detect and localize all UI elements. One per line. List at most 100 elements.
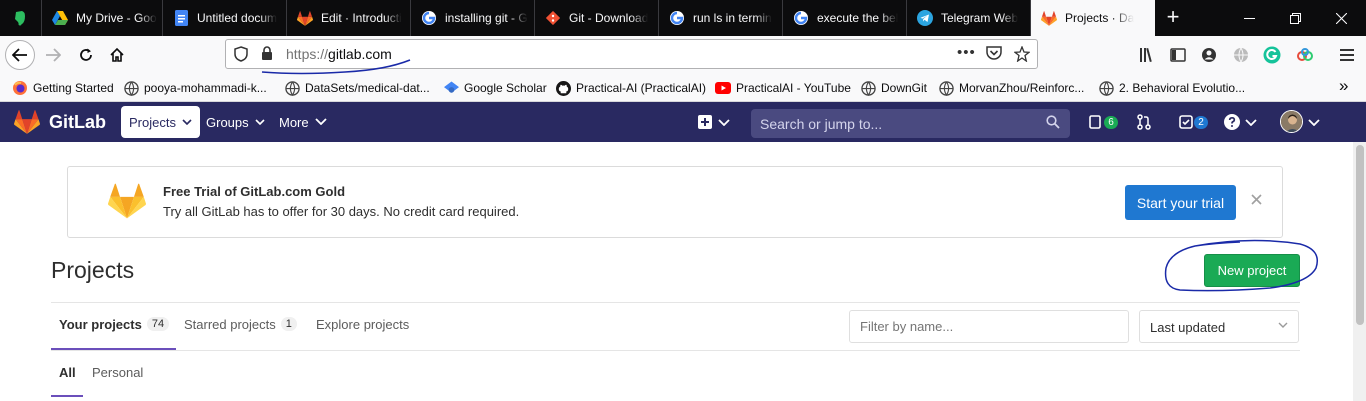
bookmark-downgit[interactable]: DownGit <box>860 79 927 97</box>
plus-square-icon <box>698 115 712 129</box>
bookmark-label: DataSets/medical-dat... <box>305 81 430 95</box>
new-project-button[interactable]: New project <box>1204 254 1300 287</box>
bookmark-getting-started[interactable]: Getting Started <box>12 79 114 97</box>
sidebar-icon[interactable] <box>1167 44 1189 66</box>
scrollbar-thumb[interactable] <box>1356 145 1364 325</box>
new-tab-button[interactable]: + <box>1160 5 1186 31</box>
gitlab-logo-icon <box>14 110 40 134</box>
bookmarks-toolbar: Getting Started pooya-mohammadi-k... Dat… <box>0 74 1366 102</box>
bookmark-label: Practical-AI (PracticalAI) <box>576 81 707 95</box>
shield-icon[interactable] <box>234 46 248 65</box>
todos-count-badge: 2 <box>1194 115 1208 129</box>
help-icon <box>1224 114 1240 130</box>
star-icon[interactable] <box>1013 45 1031 65</box>
bookmark-pooya[interactable]: pooya-mohammadi-k... <box>123 79 267 97</box>
account-icon[interactable] <box>1198 44 1220 66</box>
issues-count-badge: 6 <box>1104 115 1118 129</box>
tab-starred-projects[interactable]: Starred projects 1 <box>184 313 297 351</box>
tab-execute-below[interactable]: execute the bel <box>783 0 907 36</box>
tab-git-download[interactable]: Git - Download <box>535 0 659 36</box>
minimize-icon[interactable] <box>1226 0 1272 36</box>
tab-edit-introduction[interactable]: Edit · Introducti <box>287 0 411 36</box>
url-protocol: https:// <box>286 46 329 62</box>
url-text[interactable]: https://gitlab.com <box>286 46 392 62</box>
forward-icon[interactable] <box>38 40 68 70</box>
gitlab-icon <box>1041 10 1057 26</box>
avatar[interactable] <box>1280 110 1303 133</box>
sort-value: Last updated <box>1150 320 1226 335</box>
gold-trial-banner: Free Trial of GitLab.com Gold Try all Gi… <box>67 166 1283 238</box>
google-drive-icon <box>52 10 68 26</box>
tab-your-projects[interactable]: Your projects 74 <box>59 313 170 351</box>
lock-icon[interactable] <box>261 46 273 64</box>
tab-label: Your projects <box>59 317 142 332</box>
reload-icon[interactable] <box>71 40 101 70</box>
search-input[interactable]: Search or jump to... <box>751 109 1070 138</box>
tab-untitled-document[interactable]: Untitled docum <box>163 0 287 36</box>
tab-label: run ls in termin <box>693 11 772 25</box>
new-item-dropdown[interactable] <box>698 112 730 132</box>
nav-projects-dropdown[interactable]: Projects <box>121 106 200 138</box>
tab-my-drive[interactable]: My Drive - Goo <box>42 0 163 36</box>
tab-telegram-web[interactable]: Telegram Web <box>907 0 1031 36</box>
nav-groups-dropdown[interactable]: Groups <box>198 106 273 138</box>
git-icon <box>545 10 561 26</box>
google-docs-icon <box>173 10 189 26</box>
close-window-icon[interactable] <box>1318 0 1364 36</box>
bookmark-practical-ai-youtube[interactable]: PracticalAI - YouTube <box>715 79 851 97</box>
chevron-down-icon <box>1278 320 1288 331</box>
count-badge: 1 <box>280 317 297 331</box>
close-icon[interactable] <box>1251 192 1262 210</box>
github-icon <box>555 80 571 96</box>
todos-link[interactable]: 2 <box>1179 112 1208 132</box>
bookmark-label: PracticalAI - YouTube <box>736 81 851 95</box>
subtab-personal[interactable]: Personal <box>92 365 143 380</box>
tab-label: My Drive - Goo <box>76 11 157 25</box>
start-trial-button[interactable]: Start your trial <box>1125 185 1236 220</box>
sort-dropdown[interactable]: Last updated <box>1139 310 1299 343</box>
home-icon[interactable] <box>102 40 132 70</box>
bookmark-google-scholar[interactable]: Google Scholar <box>443 79 547 97</box>
issues-link[interactable]: 6 <box>1089 112 1118 132</box>
tab-projects-active[interactable]: Projects · Da <box>1031 0 1155 36</box>
tab-label: execute the bel <box>817 11 899 25</box>
count-badge: 74 <box>146 317 170 331</box>
gitlab-home-link[interactable]: GitLab <box>14 110 106 134</box>
page-actions-icon[interactable]: ••• <box>957 44 976 61</box>
extension-icon[interactable] <box>1294 44 1316 66</box>
todo-check-icon <box>1179 115 1193 129</box>
globe-icon[interactable] <box>1230 44 1252 66</box>
chevron-down-icon[interactable] <box>1308 112 1320 132</box>
subtab-all[interactable]: All <box>59 365 76 380</box>
restore-icon[interactable] <box>1272 0 1318 36</box>
bookmark-morvanzhou[interactable]: MorvanZhou/Reinforc... <box>938 79 1084 97</box>
filter-by-name-input[interactable] <box>849 310 1129 343</box>
bookmarks-overflow-button[interactable]: » <box>1339 76 1348 95</box>
bookmark-label: pooya-mohammadi-k... <box>144 81 267 95</box>
issues-icon <box>1089 115 1103 129</box>
chevron-down-icon <box>182 117 192 128</box>
pocket-icon[interactable] <box>986 46 1002 63</box>
tab-evernote[interactable] <box>0 0 42 36</box>
tab-label: Edit · Introducti <box>321 11 402 25</box>
back-icon[interactable] <box>5 40 35 70</box>
merge-requests-link[interactable] <box>1137 112 1151 132</box>
bookmark-practical-ai-github[interactable]: Practical-AI (PracticalAI) <box>555 79 706 97</box>
tab-label: Starred projects <box>184 317 276 332</box>
help-dropdown[interactable] <box>1224 112 1257 132</box>
nav-more-dropdown[interactable]: More <box>271 106 335 138</box>
grammarly-icon[interactable] <box>1261 44 1283 66</box>
hamburger-menu-icon[interactable] <box>1336 44 1358 66</box>
bookmark-behavioral-evolution[interactable]: 2. Behavioral Evolutio... <box>1098 79 1245 97</box>
page-title: Projects <box>51 257 135 283</box>
globe-icon <box>938 80 954 96</box>
address-bar[interactable]: https://gitlab.com ••• <box>225 39 1038 69</box>
bookmark-label: Getting Started <box>33 81 114 95</box>
tab-installing-git[interactable]: installing git - G <box>411 0 535 36</box>
bookmark-datasets[interactable]: DataSets/medical-dat... <box>284 79 430 97</box>
tab-label: Telegram Web <box>941 11 1019 25</box>
tab-explore-projects[interactable]: Explore projects <box>316 313 409 351</box>
library-icon[interactable] <box>1137 44 1159 66</box>
chevron-down-icon <box>255 117 265 128</box>
tab-run-ls[interactable]: run ls in termin <box>659 0 783 36</box>
